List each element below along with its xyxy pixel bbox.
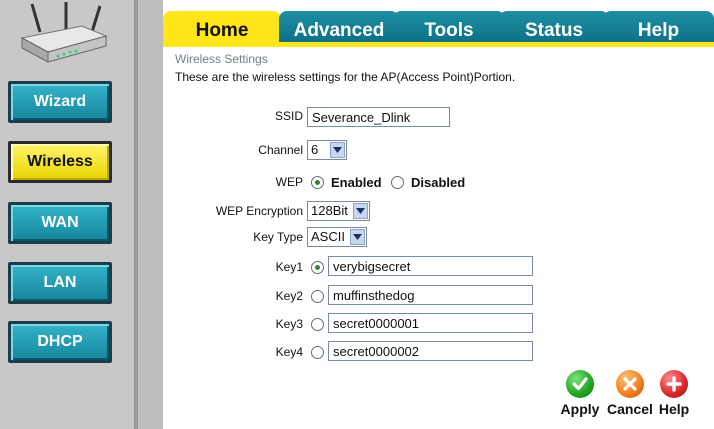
key2-input[interactable]: muffinsthedog <box>328 285 533 305</box>
nav-dhcp-button[interactable]: DHCP <box>8 321 112 363</box>
channel-label: Channel <box>258 143 303 157</box>
help-label: Help <box>658 401 690 417</box>
tab-bar: Home Advanced Tools Status Help <box>163 0 714 44</box>
tab-tools[interactable]: Tools <box>393 11 505 44</box>
key-type-value: ASCII <box>311 229 345 244</box>
plus-icon <box>660 370 688 398</box>
main-content: Wireless Settings These are the wireless… <box>163 47 714 429</box>
wep-enabled-label: Enabled <box>331 175 382 190</box>
wep-disabled-radio[interactable] <box>391 176 404 189</box>
section-description: These are the wireless settings for the … <box>175 70 516 84</box>
key2-radio[interactable] <box>311 290 324 303</box>
apply-label: Apply <box>560 401 600 417</box>
wep-label: WEP <box>275 175 303 189</box>
close-icon <box>616 370 644 398</box>
ssid-input[interactable]: Severance_Dlink <box>307 107 450 127</box>
nav-wireless-button[interactable]: Wireless <box>8 141 112 183</box>
apply-button[interactable]: Apply <box>557 370 603 417</box>
cancel-button[interactable]: Cancel <box>605 370 655 417</box>
nav-lan-button[interactable]: LAN <box>8 262 112 304</box>
chevron-down-icon <box>350 229 365 245</box>
key4-input[interactable]: secret0000002 <box>328 341 533 361</box>
key3-input[interactable]: secret0000001 <box>328 313 533 333</box>
key3-radio[interactable] <box>311 318 324 331</box>
channel-select[interactable]: 6 <box>307 140 347 160</box>
chevron-down-icon <box>353 203 368 219</box>
key4-label: Key4 <box>275 345 303 359</box>
sidebar: Wizard Wireless WAN LAN DHCP <box>0 0 134 429</box>
key1-label: Key1 <box>275 260 303 274</box>
wep-encryption-label: WEP Encryption <box>215 204 303 218</box>
wep-enabled-radio[interactable] <box>311 176 324 189</box>
wep-encryption-select[interactable]: 128Bit <box>307 201 370 221</box>
channel-value: 6 <box>311 142 319 157</box>
key2-label: Key2 <box>275 289 303 303</box>
key4-radio[interactable] <box>311 346 324 359</box>
nav-wan-button[interactable]: WAN <box>8 202 112 244</box>
wep-encryption-value: 128Bit <box>311 203 348 218</box>
section-title: Wireless Settings <box>175 52 268 66</box>
key3-label: Key3 <box>275 317 303 331</box>
tab-status[interactable]: Status <box>499 11 609 44</box>
sidebar-gutter <box>138 0 163 429</box>
help-button[interactable]: Help <box>655 370 693 417</box>
ssid-label: SSID <box>274 109 303 123</box>
key-type-label: Key Type <box>253 230 303 244</box>
wep-disabled-label: Disabled <box>411 175 466 190</box>
router-image <box>20 2 108 63</box>
tab-home[interactable]: Home <box>163 11 281 44</box>
key-type-select[interactable]: ASCII <box>307 227 367 247</box>
key1-input[interactable]: verybigsecret <box>328 256 533 276</box>
tab-help[interactable]: Help <box>603 11 714 44</box>
key1-radio[interactable] <box>311 261 324 274</box>
cancel-label: Cancel <box>607 401 653 417</box>
tab-advanced[interactable]: Advanced <box>279 11 399 44</box>
checkmark-icon <box>566 370 594 398</box>
chevron-down-icon <box>330 142 345 158</box>
nav-wizard-button[interactable]: Wizard <box>8 81 112 123</box>
